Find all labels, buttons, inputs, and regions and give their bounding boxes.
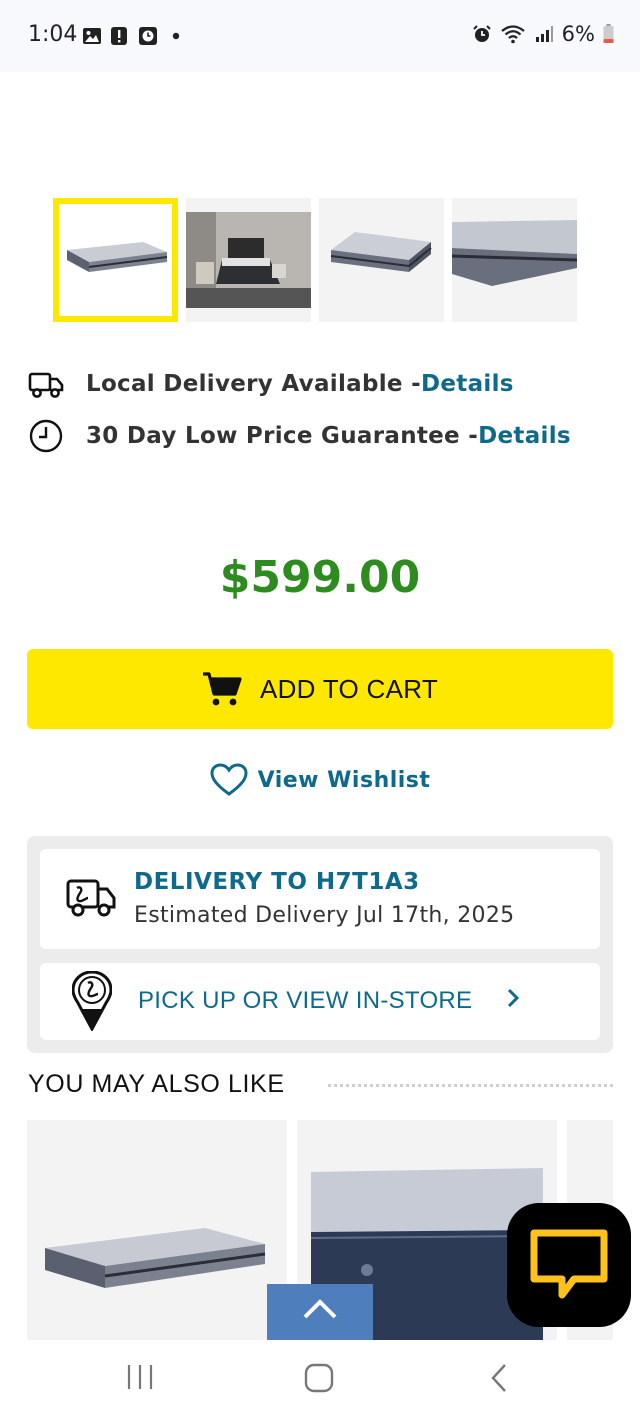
product-price: $599.00 [219, 552, 421, 603]
wifi-icon [500, 25, 525, 44]
battery-icon [603, 24, 614, 43]
pickup-card[interactable]: PICK UP OR VIEW IN-STORE [40, 963, 600, 1040]
signal-icon [535, 26, 553, 42]
product-page: 1:04 6% Local Delivery Available - Detai… [0, 0, 640, 1422]
chat-button[interactable] [507, 1203, 631, 1327]
clock-icon [29, 419, 63, 453]
mattress-angle-image [330, 232, 432, 272]
battery-percent: 6% [561, 22, 595, 46]
local-delivery-text: Local Delivery Available - [86, 371, 421, 397]
delivery-card[interactable]: DELIVERY TO H7T1A3 Estimated Delivery Ju… [40, 849, 600, 949]
scroll-to-top-button[interactable] [267, 1284, 373, 1340]
delivery-details-link[interactable]: Details [421, 371, 514, 397]
status-right: 6% [472, 22, 614, 46]
chevron-up-icon [303, 1299, 337, 1319]
home-icon[interactable] [303, 1362, 335, 1394]
mattress-image [67, 242, 168, 272]
bedroom-image [186, 212, 311, 308]
recommendations-heading: YOU MAY ALSO LIKE [28, 1070, 285, 1098]
chat-bubble-icon [530, 1229, 608, 1299]
alarm-icon [472, 25, 491, 42]
delivery-options-panel: DELIVERY TO H7T1A3 Estimated Delivery Ju… [27, 836, 613, 1053]
delivery-truck-icon [66, 879, 116, 917]
dot-icon [172, 32, 180, 40]
system-nav-bar [0, 1340, 640, 1422]
thumbnail-3[interactable] [319, 198, 444, 322]
status-bar: 1:04 6% [0, 0, 640, 72]
back-icon[interactable] [487, 1362, 511, 1394]
plaid-mattress-image [45, 1228, 266, 1288]
thumbnail-1[interactable] [53, 198, 178, 322]
delivery-estimate: Estimated Delivery Jul 17th, 2025 [134, 903, 515, 928]
clock-app-icon [139, 27, 157, 45]
recommended-product-1[interactable] [27, 1120, 287, 1340]
recent-apps-icon[interactable] [125, 1362, 155, 1392]
status-time: 1:04 [28, 22, 78, 47]
add-to-cart-button[interactable]: ADD TO CART [27, 649, 613, 729]
cart-icon [202, 672, 242, 706]
add-to-cart-label: ADD TO CART [259, 673, 439, 704]
guarantee-details-link[interactable]: Details [478, 423, 571, 449]
mattress-closeup-image [452, 220, 577, 286]
price-guarantee-text: 30 Day Low Price Guarantee - [86, 423, 479, 449]
store-pin-icon [72, 971, 112, 1031]
view-wishlist-link[interactable]: View Wishlist [0, 763, 640, 797]
heart-icon [210, 763, 248, 796]
image-gallery [53, 198, 577, 322]
heading-divider [328, 1084, 613, 1088]
thumbnail-4[interactable] [452, 198, 577, 322]
local-delivery-row: Local Delivery Available - Details [28, 366, 514, 402]
chevron-right-icon [507, 988, 520, 1008]
image-icon [83, 28, 101, 44]
delivery-title: DELIVERY TO H7T1A3 [134, 869, 420, 895]
pickup-label: PICK UP OR VIEW IN-STORE [138, 987, 473, 1014]
price-guarantee-row: 30 Day Low Price Guarantee - Details [28, 418, 571, 454]
thumbnail-2[interactable] [186, 198, 311, 322]
truck-icon [28, 372, 64, 398]
view-wishlist-label: View Wishlist [257, 767, 431, 793]
alert-icon [111, 27, 127, 45]
